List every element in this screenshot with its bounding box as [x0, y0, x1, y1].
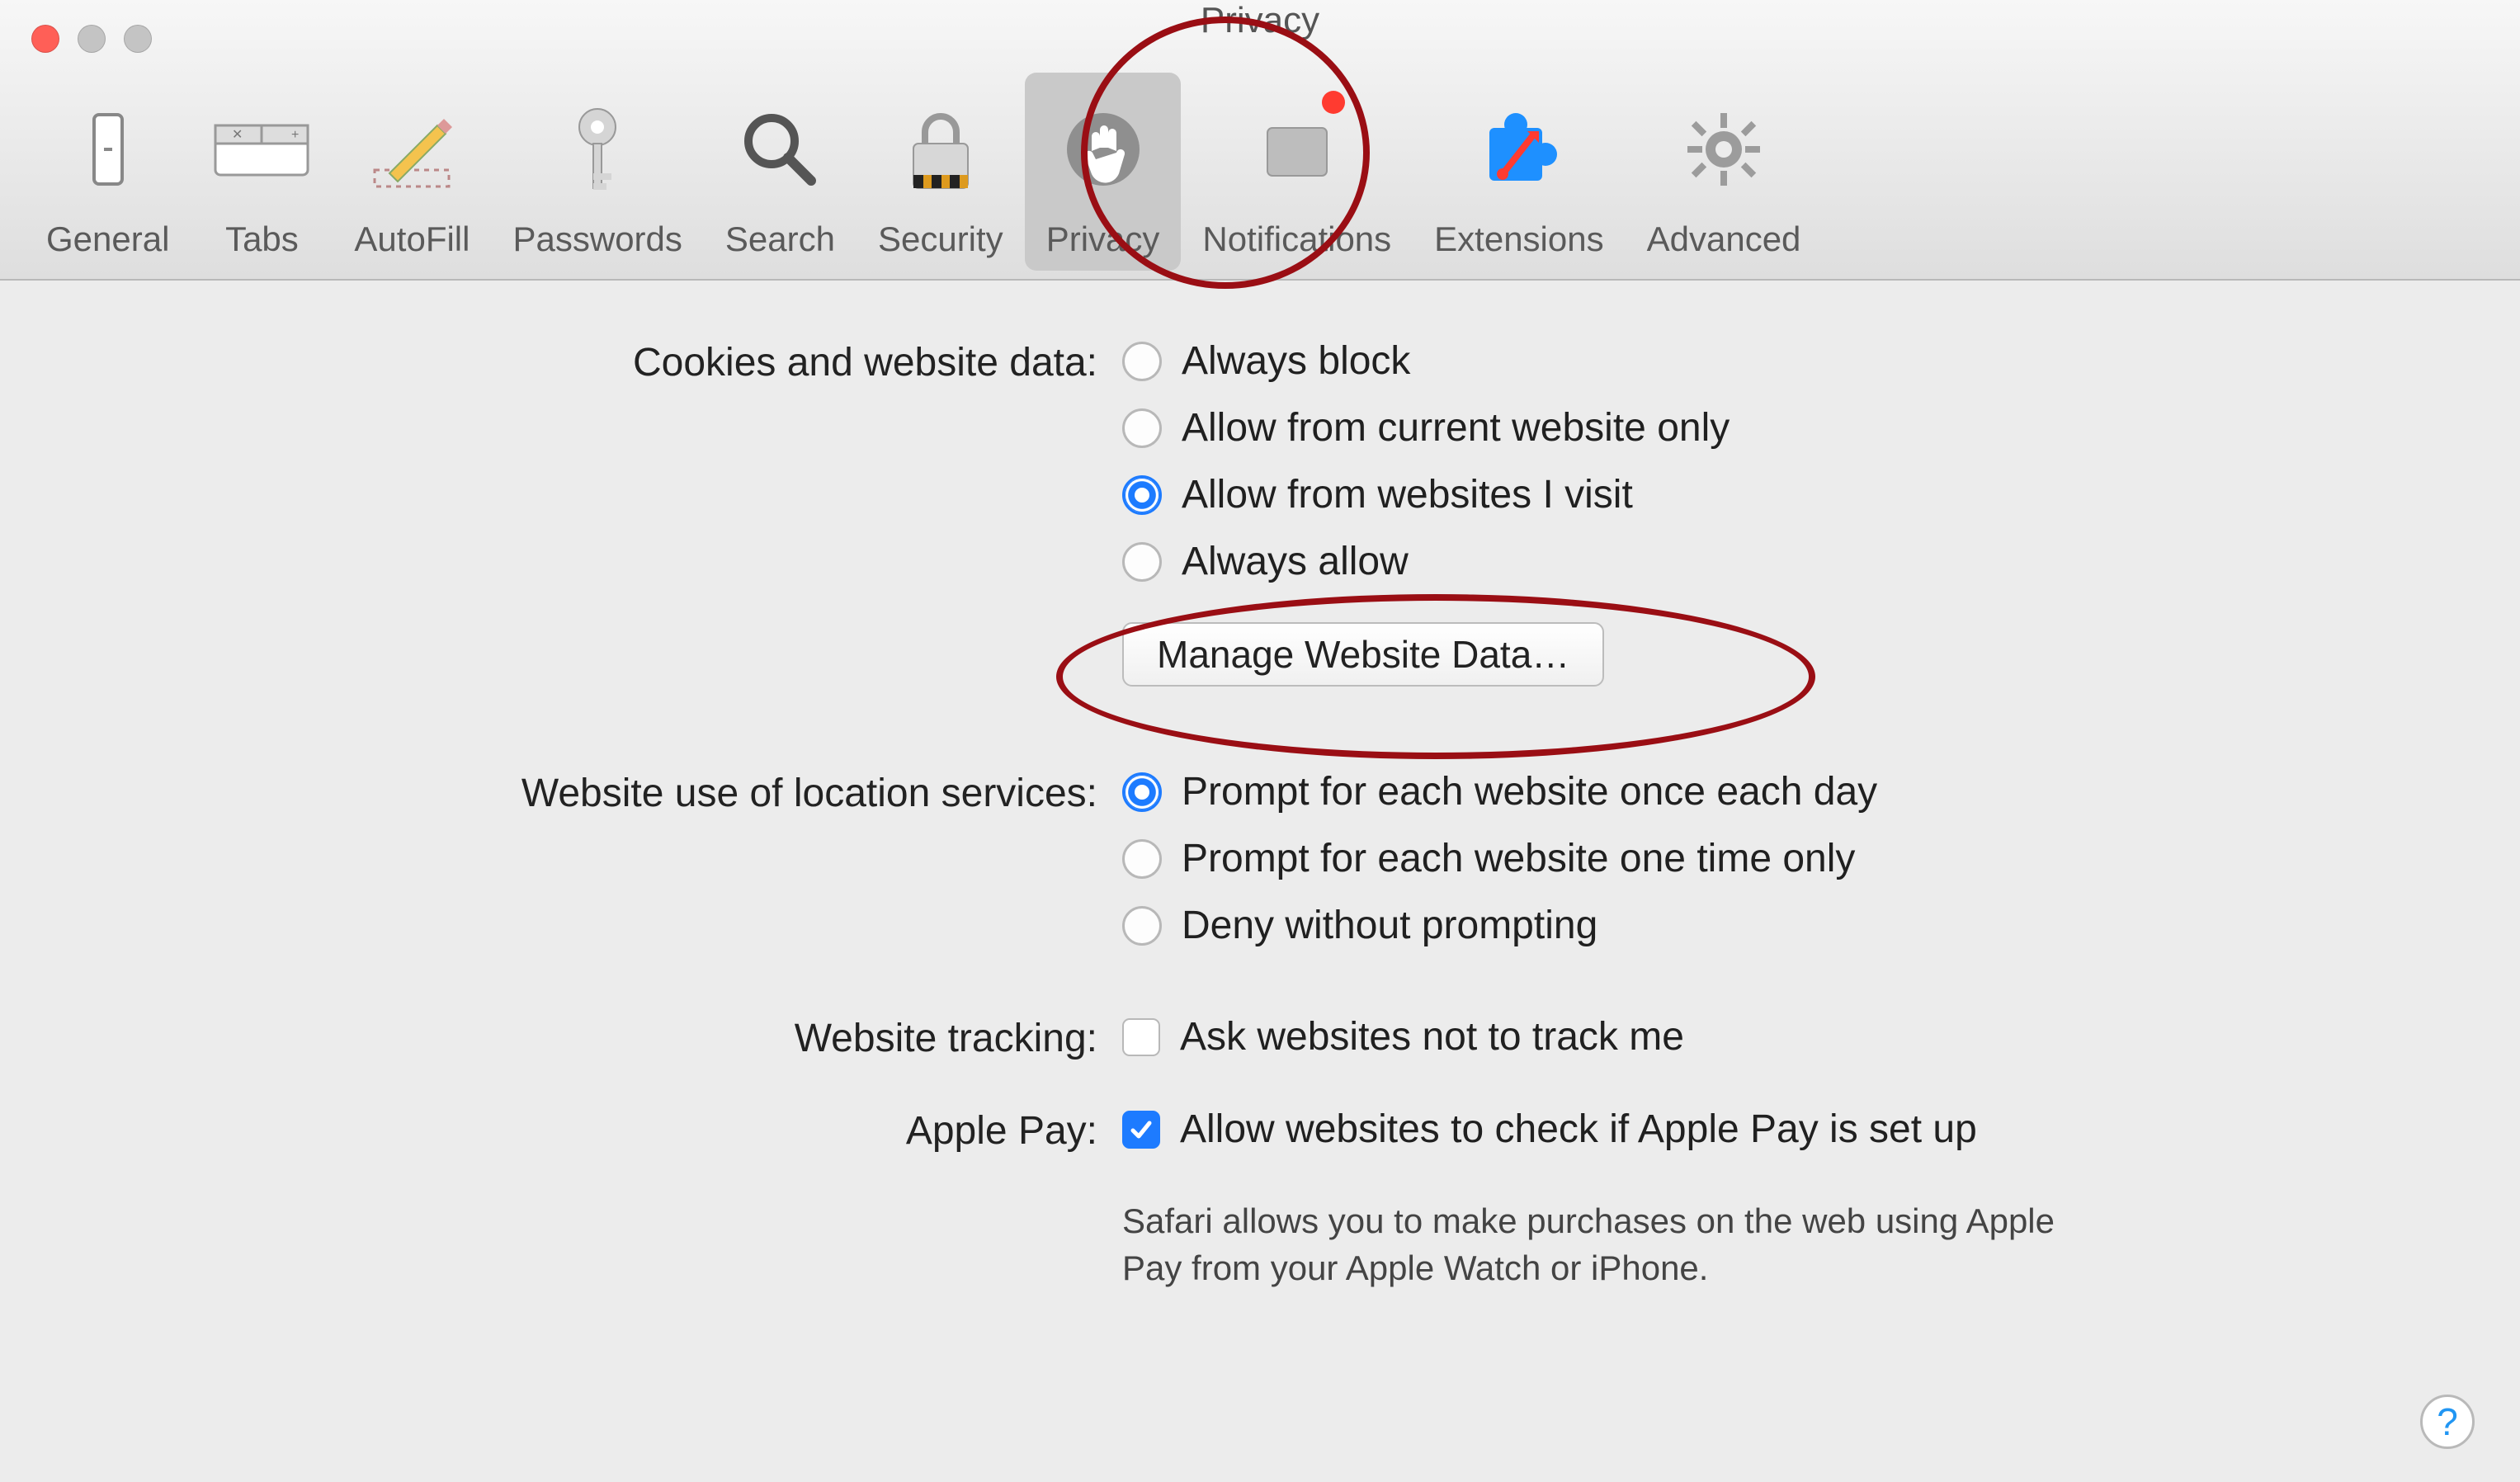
cookies-option-always-block[interactable]: Always block	[1122, 338, 2470, 384]
minimize-button[interactable]	[78, 25, 106, 53]
tab-general[interactable]: General	[25, 73, 191, 271]
tracking-do-not-track-checkbox[interactable]: Ask websites not to track me	[1122, 1014, 2470, 1060]
option-text: Allow websites to check if Apple Pay is …	[1180, 1107, 1977, 1152]
tab-privacy[interactable]: Privacy	[1025, 73, 1182, 271]
radio-icon	[1122, 408, 1162, 448]
tab-label: Security	[878, 219, 1003, 259]
tab-tabs[interactable]: ✕+ Tabs	[191, 73, 333, 271]
radio-icon	[1122, 772, 1162, 812]
applepay-allow-checkbox[interactable]: Allow websites to check if Apple Pay is …	[1122, 1107, 2470, 1152]
lock-icon	[891, 86, 990, 213]
radio-icon	[1122, 342, 1162, 381]
notifications-icon	[1248, 86, 1347, 213]
preferences-toolbar: General ✕+ Tabs AutoFill Passwords Searc…	[0, 12, 2520, 279]
checkbox-icon	[1122, 1111, 1160, 1149]
location-option-deny[interactable]: Deny without prompting	[1122, 903, 2470, 948]
option-text: Allow from current website only	[1182, 405, 1730, 451]
tabs-icon: ✕+	[212, 86, 311, 213]
pencil-icon	[362, 86, 461, 213]
notification-badge	[1322, 91, 1345, 114]
close-button[interactable]	[31, 25, 59, 53]
svg-text:✕: ✕	[232, 128, 243, 142]
option-text: Ask websites not to track me	[1180, 1014, 1684, 1060]
option-text: Prompt for each website one time only	[1182, 836, 1855, 881]
manage-website-data-button[interactable]: Manage Website Data…	[1122, 622, 1604, 687]
cookies-option-websites-i-visit[interactable]: Allow from websites I visit	[1122, 472, 2470, 517]
option-text: Always block	[1182, 338, 1410, 384]
tab-security[interactable]: Security	[857, 73, 1025, 271]
applepay-label: Apple Pay:	[50, 1107, 1122, 1154]
tracking-label: Website tracking:	[50, 1014, 1122, 1061]
radio-icon	[1122, 475, 1162, 515]
window-title: Privacy	[1201, 0, 1319, 41]
tab-search[interactable]: Search	[704, 73, 857, 271]
key-icon	[548, 86, 647, 213]
option-text: Always allow	[1182, 539, 1409, 584]
tab-notifications[interactable]: Notifications	[1181, 73, 1413, 271]
tab-label: Search	[725, 219, 835, 259]
puzzle-icon	[1470, 86, 1569, 213]
tab-passwords[interactable]: Passwords	[491, 73, 703, 271]
help-icon: ?	[2437, 1399, 2458, 1444]
cookies-option-always-allow[interactable]: Always allow	[1122, 539, 2470, 584]
cookies-label: Cookies and website data:	[50, 338, 1122, 385]
option-text: Prompt for each website once each day	[1182, 769, 1877, 814]
option-text: Deny without prompting	[1182, 903, 1597, 948]
gear-icon	[1674, 86, 1773, 213]
option-text: Allow from websites I visit	[1182, 472, 1633, 517]
hand-stop-icon	[1054, 86, 1153, 213]
location-label: Website use of location services:	[50, 769, 1122, 816]
location-option-prompt-once[interactable]: Prompt for each website one time only	[1122, 836, 2470, 881]
general-icon	[59, 86, 158, 213]
location-option-prompt-daily[interactable]: Prompt for each website once each day	[1122, 769, 2470, 814]
svg-text:+: +	[291, 128, 299, 142]
tab-autofill[interactable]: AutoFill	[333, 73, 491, 271]
tab-label: Privacy	[1046, 219, 1160, 259]
checkbox-icon	[1122, 1018, 1160, 1056]
tab-extensions[interactable]: Extensions	[1413, 73, 1625, 271]
tab-label: Passwords	[512, 219, 682, 259]
cookies-option-current-website[interactable]: Allow from current website only	[1122, 405, 2470, 451]
tab-label: Extensions	[1434, 219, 1603, 259]
window-titlebar: Privacy General ✕+ Tabs AutoFill Passwor…	[0, 0, 2520, 281]
radio-icon	[1122, 839, 1162, 879]
tab-label: Notifications	[1202, 219, 1391, 259]
radio-icon	[1122, 542, 1162, 582]
maximize-button[interactable]	[124, 25, 152, 53]
tab-label: Tabs	[225, 219, 299, 259]
tab-label: General	[46, 219, 169, 259]
tab-label: Advanced	[1647, 219, 1801, 259]
help-button[interactable]: ?	[2420, 1395, 2475, 1449]
tab-label: AutoFill	[354, 219, 470, 259]
applepay-note: Safari allows you to make purchases on t…	[1122, 1198, 2071, 1291]
radio-icon	[1122, 906, 1162, 946]
traffic-lights	[31, 25, 152, 53]
tab-advanced[interactable]: Advanced	[1626, 73, 1823, 271]
search-icon	[730, 86, 829, 213]
